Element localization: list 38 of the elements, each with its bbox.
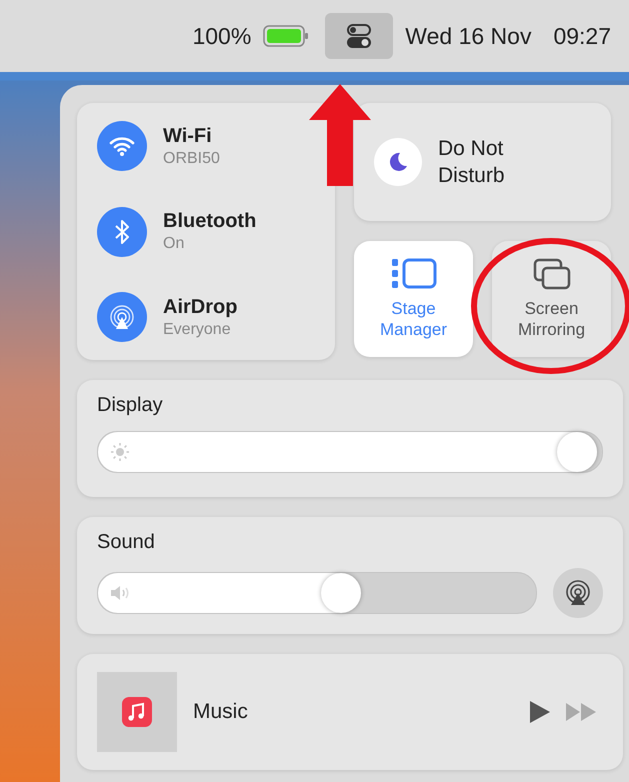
toggle-title: Wi-Fi [163, 124, 213, 148]
bluetooth-toggle[interactable] [97, 206, 147, 256]
volume-slider[interactable] [97, 572, 537, 614]
airplay-button[interactable] [553, 568, 603, 618]
fast-forward-icon[interactable] [565, 702, 597, 722]
toggle-title: AirDrop [163, 296, 238, 318]
menu-bar-time[interactable]: 09:27 [553, 22, 611, 50]
toggle-status: On [163, 235, 186, 253]
stage-manager-tile[interactable]: Stage Manager [354, 241, 473, 357]
toggle-status: Everyone [163, 320, 232, 338]
toggles-icon [346, 23, 372, 49]
slider-thumb[interactable] [557, 432, 598, 472]
slider-title: Sound [97, 531, 156, 554]
airplay-icon [564, 579, 592, 607]
toggle-title: Bluetooth [163, 210, 256, 233]
airdrop-icon [108, 303, 136, 331]
slider-title: Display [97, 394, 164, 417]
battery-icon[interactable] [263, 25, 310, 47]
wifi-icon [109, 135, 135, 157]
control-center-button[interactable] [325, 13, 394, 59]
menu-bar-date[interactable]: Wed 16 Nov [405, 22, 532, 50]
toggle-status: ORBI50 [163, 150, 220, 168]
focus-card[interactable]: Do Not Disturb [354, 103, 611, 221]
airdrop-toggle[interactable] [97, 292, 147, 342]
play-icon[interactable] [529, 700, 551, 724]
battery-percentage: 100% [192, 22, 252, 50]
focus-label: Do Not Disturb [438, 136, 506, 189]
music-app-icon [122, 697, 152, 727]
tile-label: Stage Manager [378, 298, 448, 340]
wifi-toggle[interactable] [97, 121, 147, 171]
moon-icon [374, 138, 422, 186]
brightness-icon [110, 442, 130, 462]
tile-label: Screen Mirroring [516, 298, 586, 340]
screen-mirroring-tile[interactable]: Screen Mirroring [492, 241, 611, 357]
stage-manager-icon [390, 258, 436, 290]
now-playing-app: Music [193, 700, 249, 724]
screen-mirroring-icon [532, 258, 572, 290]
bluetooth-icon [114, 218, 130, 244]
